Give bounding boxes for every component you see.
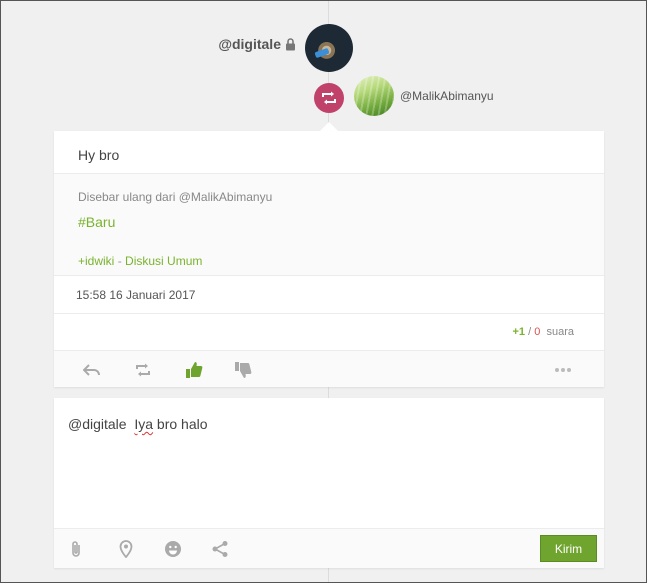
- vote-label: suara: [546, 326, 574, 338]
- send-button[interactable]: Kirim: [540, 535, 597, 562]
- vote-separator: /: [525, 326, 535, 338]
- comment-rest: bro halo: [153, 416, 208, 432]
- community-tag[interactable]: +idwiki: [78, 254, 114, 268]
- comment-composer[interactable]: @digitale Iya bro halo Kirim: [54, 398, 604, 568]
- comment-misspelled-word: Iya: [134, 416, 154, 432]
- post-actions: [54, 351, 604, 387]
- shared-content: Disebar ulang dari @MalikAbimanyu #Baru …: [54, 173, 604, 276]
- post-text: Hy bro: [78, 147, 120, 163]
- location-icon[interactable]: [117, 540, 135, 558]
- resharer-username[interactable]: @MalikAbimanyu: [400, 89, 494, 103]
- comment-toolbar: Kirim: [54, 528, 604, 568]
- post-timestamp[interactable]: 15:58 16 Januari 2017: [76, 288, 195, 302]
- resharer-avatar[interactable]: [354, 76, 394, 116]
- community-name[interactable]: Diskusi Umum: [125, 254, 202, 268]
- reshare-badge-icon: [314, 83, 344, 113]
- share-icon[interactable]: [211, 540, 229, 558]
- more-icon[interactable]: [554, 361, 572, 379]
- community-link[interactable]: +idwiki - Diskusi Umum: [78, 254, 202, 268]
- post-card: Hy bro Disebar ulang dari @MalikAbimanyu…: [54, 131, 604, 387]
- lock-icon: [285, 37, 296, 51]
- reshare-icon[interactable]: [134, 361, 152, 379]
- author-avatar[interactable]: [305, 24, 353, 72]
- card-pointer: [320, 122, 338, 131]
- thumbs-up-icon[interactable]: [185, 361, 203, 379]
- shared-from-label: Disebar ulang dari @MalikAbimanyu: [78, 190, 273, 204]
- hashtag-link[interactable]: #Baru: [78, 214, 115, 230]
- comment-input[interactable]: @digitale Iya bro halo: [68, 416, 208, 432]
- emoji-icon[interactable]: [164, 540, 182, 558]
- upvote-count: +1: [512, 326, 526, 338]
- thumbs-down-icon[interactable]: [234, 361, 252, 379]
- attach-icon[interactable]: [67, 540, 85, 558]
- post-author[interactable]: @digitale: [218, 36, 296, 52]
- vote-count[interactable]: +1 / 0 suara: [513, 326, 575, 338]
- reply-icon[interactable]: [83, 361, 101, 379]
- downvote-count: 0: [534, 326, 541, 338]
- community-separator: -: [114, 254, 126, 268]
- author-username[interactable]: @digitale: [218, 36, 281, 52]
- divider: [54, 313, 604, 314]
- comment-mention: @digitale: [68, 416, 127, 432]
